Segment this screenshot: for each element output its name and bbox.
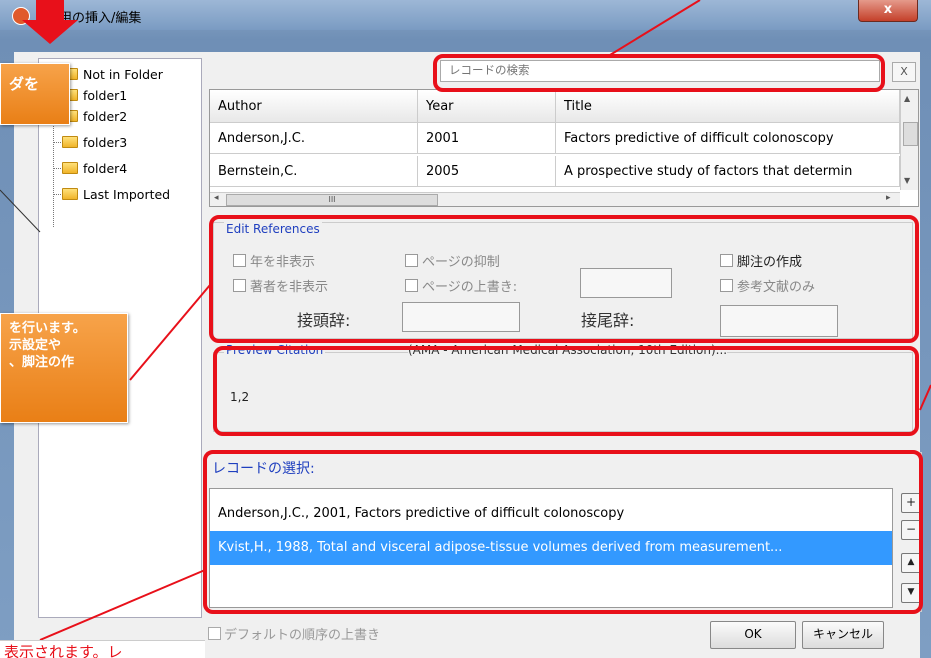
annotation-note: 表示されます。レ [0,640,205,658]
callout-line: 示設定や [9,338,62,353]
down-arrow-icon [22,0,78,44]
callout-edit: を行います。 示設定や 、脚注の作 [0,313,128,423]
annotation-lines [0,0,931,641]
callout-folder: ダを [0,63,70,125]
callout-line: を行います。 [9,321,86,336]
annotation-line [919,384,931,411]
annotation-line [0,189,41,233]
annotation-line [609,0,701,56]
annotation-line [39,569,206,641]
annotation-line [129,284,211,381]
callout-line: 、脚注の作 [9,355,75,370]
